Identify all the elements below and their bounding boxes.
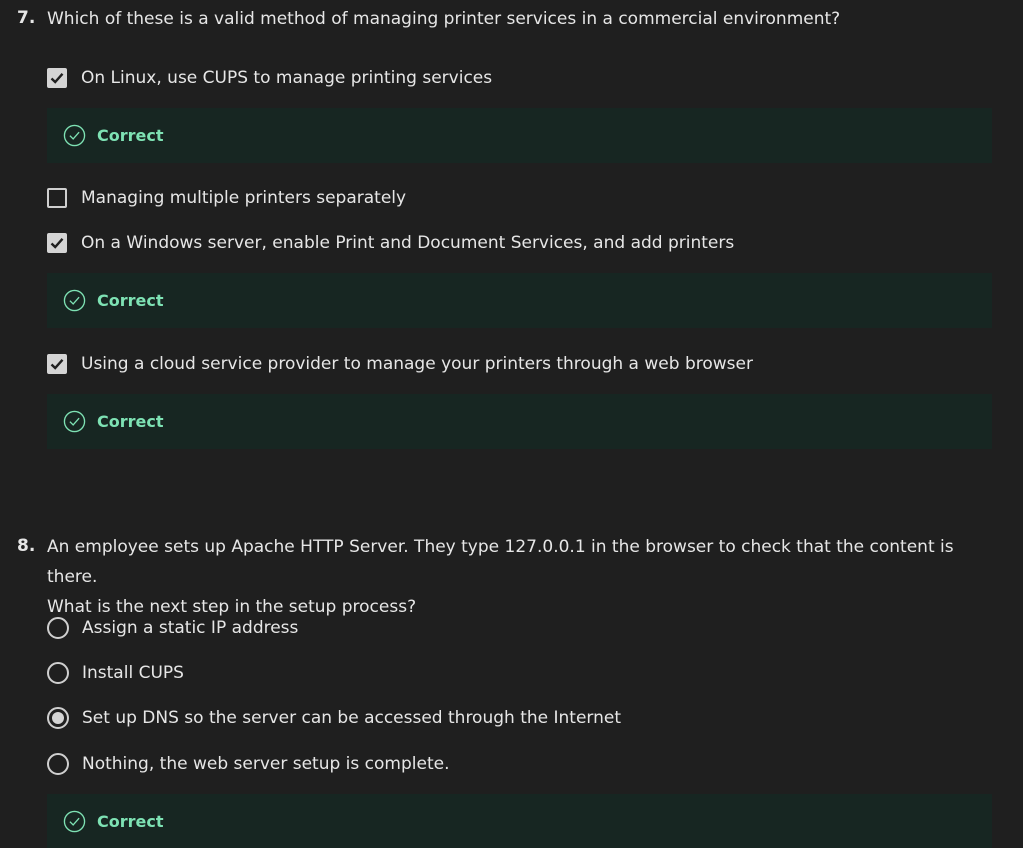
feedback-correct-label: Correct xyxy=(97,412,164,431)
q7-option-1[interactable]: On Linux, use CUPS to manage printing se… xyxy=(47,66,492,90)
q8-option-1[interactable]: Assign a static IP address xyxy=(47,616,298,640)
feedback-correct-label: Correct xyxy=(97,812,164,831)
radio-unselected[interactable] xyxy=(47,617,69,639)
feedback-correct-label: Correct xyxy=(97,126,164,145)
feedback-correct-label: Correct xyxy=(97,291,164,310)
checkbox-checked[interactable] xyxy=(47,233,67,253)
check-circle-icon xyxy=(63,124,86,147)
question-7-number: 7. xyxy=(17,8,36,28)
q7-option-3[interactable]: On a Windows server, enable Print and Do… xyxy=(47,231,734,255)
q8-option-4[interactable]: Nothing, the web server setup is complet… xyxy=(47,752,449,776)
checkbox-unchecked[interactable] xyxy=(47,188,67,208)
q7-option-3-label: On a Windows server, enable Print and Do… xyxy=(81,233,735,253)
q7-option-2[interactable]: Managing multiple printers separately xyxy=(47,186,406,210)
q8-option-2[interactable]: Install CUPS xyxy=(47,661,184,685)
radio-unselected[interactable] xyxy=(47,753,69,775)
checkbox-checked[interactable] xyxy=(47,68,67,88)
quiz-page: 7. Which of these is a valid method of m… xyxy=(0,0,1023,848)
checkmark-icon xyxy=(50,359,64,370)
q7-option-1-label: On Linux, use CUPS to manage printing se… xyxy=(81,68,493,88)
q7-option-4-label: Using a cloud service provider to manage… xyxy=(81,354,753,374)
radio-unselected[interactable] xyxy=(47,662,69,684)
q7-feedback-2: Correct xyxy=(47,273,992,328)
q7-feedback-1: Correct xyxy=(47,108,992,163)
radio-selected[interactable] xyxy=(47,707,69,729)
radio-dot xyxy=(52,712,64,724)
q8-feedback: Correct xyxy=(47,794,992,848)
checkmark-icon xyxy=(50,238,64,249)
q8-option-2-label: Install CUPS xyxy=(82,663,184,683)
q8-option-4-label: Nothing, the web server setup is complet… xyxy=(82,754,450,774)
q8-option-3-label: Set up DNS so the server can be accessed… xyxy=(82,708,622,728)
q7-option-2-label: Managing multiple printers separately xyxy=(81,188,407,208)
checkbox-checked[interactable] xyxy=(47,354,67,374)
check-circle-icon xyxy=(63,289,86,312)
question-8-text-line-1: An employee sets up Apache HTTP Server. … xyxy=(47,537,954,587)
question-7-text: Which of these is a valid method of mana… xyxy=(47,9,841,29)
q8-option-3[interactable]: Set up DNS so the server can be accessed… xyxy=(47,706,621,730)
q8-option-1-label: Assign a static IP address xyxy=(82,618,299,638)
check-circle-icon xyxy=(63,810,86,833)
q7-feedback-3: Correct xyxy=(47,394,992,449)
q7-option-4[interactable]: Using a cloud service provider to manage… xyxy=(47,352,753,376)
check-circle-icon xyxy=(63,410,86,433)
checkmark-icon xyxy=(50,73,64,84)
question-8-number: 8. xyxy=(17,536,36,556)
question-8-text: An employee sets up Apache HTTP Server. … xyxy=(47,532,997,622)
